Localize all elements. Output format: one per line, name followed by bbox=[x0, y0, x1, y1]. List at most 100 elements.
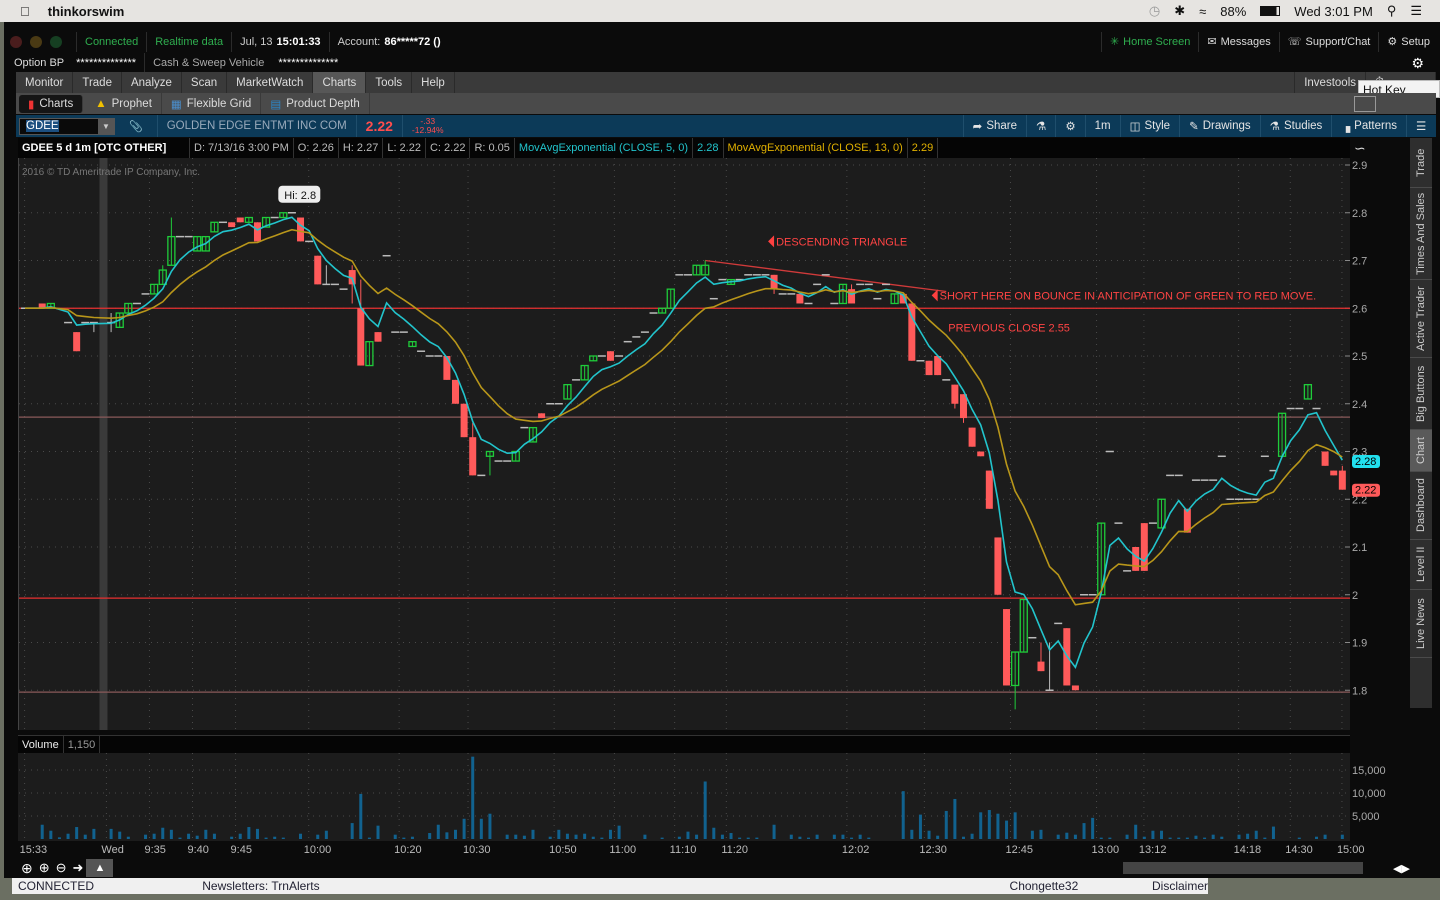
time-tick-label: 14:18 bbox=[1234, 844, 1262, 856]
session-break-band bbox=[99, 158, 108, 730]
volume-bar bbox=[918, 814, 922, 839]
volume-bar bbox=[316, 834, 320, 839]
volume-bar bbox=[548, 836, 552, 839]
volume-bar bbox=[238, 833, 242, 839]
volume-tick-label: 10,000 bbox=[1352, 788, 1386, 800]
volume-bar bbox=[462, 818, 466, 839]
candle-down bbox=[796, 293, 804, 304]
volume-bar bbox=[1142, 836, 1146, 839]
volume-bar bbox=[454, 829, 457, 839]
volume-bar bbox=[1185, 837, 1189, 839]
volume-bar bbox=[1220, 836, 1224, 839]
time-tick-label: 12:02 bbox=[842, 844, 870, 856]
candle-down bbox=[443, 356, 451, 380]
volume-bar bbox=[169, 829, 173, 839]
volume-bar bbox=[126, 836, 130, 839]
candle-down bbox=[951, 384, 959, 404]
time-tick-label: 9:45 bbox=[231, 844, 252, 856]
volume-bar bbox=[410, 836, 414, 839]
volume-bar bbox=[583, 833, 587, 839]
volume-bar bbox=[746, 837, 750, 839]
volume-bar bbox=[187, 833, 191, 839]
candle-down bbox=[606, 351, 614, 361]
candle-down bbox=[253, 222, 261, 242]
candle-down bbox=[1330, 470, 1338, 476]
time-tick-label: 11:10 bbox=[670, 844, 697, 856]
volume-bar bbox=[514, 834, 518, 839]
price-tick-label: 2 bbox=[1352, 590, 1358, 602]
time-tick-label: 12:30 bbox=[919, 844, 947, 856]
volume-bar bbox=[92, 828, 96, 839]
chart-svg: 2.92.82.72.62.52.42.32.22.121.91.815:33 W… bbox=[19, 158, 1386, 856]
volume-bar bbox=[686, 831, 690, 839]
volume-bar bbox=[815, 834, 819, 839]
candle-down bbox=[73, 332, 81, 352]
volume-bar bbox=[1160, 830, 1164, 839]
candle-down bbox=[452, 379, 459, 404]
volume-bar bbox=[867, 837, 871, 839]
volume-bar bbox=[1246, 833, 1250, 839]
volume-bar bbox=[1194, 835, 1198, 839]
chart-annotation: DESCENDING TRIANGLE bbox=[776, 236, 907, 248]
volume-bar bbox=[230, 836, 234, 839]
volume-bar bbox=[677, 836, 681, 839]
time-tick-label: 10:20 bbox=[394, 844, 422, 856]
candle-down bbox=[1071, 685, 1079, 691]
volume-bar bbox=[1134, 824, 1138, 839]
volume-bar bbox=[565, 833, 569, 839]
price-tick-label: 2.1 bbox=[1352, 542, 1367, 554]
volume-bar bbox=[695, 834, 699, 839]
candle-down bbox=[1132, 547, 1140, 571]
volume-bar bbox=[436, 824, 440, 839]
volume-bar bbox=[195, 835, 199, 839]
volume-bar bbox=[858, 834, 862, 839]
volume-bar bbox=[617, 825, 621, 839]
volume-bar bbox=[910, 829, 914, 839]
volume-bar bbox=[1013, 812, 1017, 839]
volume-bar bbox=[970, 833, 974, 839]
volume-bar bbox=[83, 834, 87, 839]
volume-bar bbox=[350, 823, 354, 839]
time-tick-label: 9:40 bbox=[188, 844, 209, 856]
close-last-label: 2.22 bbox=[1355, 485, 1376, 497]
volume-bar bbox=[1151, 830, 1155, 839]
candle-down bbox=[314, 255, 322, 285]
volume-bar bbox=[144, 834, 148, 839]
time-tick-label: 13:00 bbox=[1092, 844, 1120, 856]
candle-down bbox=[460, 403, 468, 438]
volume-bar bbox=[953, 798, 957, 839]
volume-bar bbox=[324, 830, 328, 839]
volume-bar bbox=[212, 833, 216, 839]
volume-bar bbox=[807, 837, 811, 839]
volume-bar bbox=[281, 837, 285, 839]
chart-annotation: SHORT HERE ON BOUNCE IN ANTICIPATION OF … bbox=[940, 290, 1316, 302]
annotation-arrow-icon bbox=[931, 289, 938, 302]
volume-bar bbox=[359, 793, 363, 839]
volume-bar bbox=[608, 829, 612, 839]
ema5-line bbox=[25, 216, 1343, 669]
volume-bar bbox=[1082, 823, 1086, 839]
volume-bar bbox=[1005, 820, 1009, 839]
price-tick-label: 2.8 bbox=[1352, 208, 1367, 220]
volume-bar bbox=[979, 812, 983, 839]
volume-bar bbox=[772, 824, 776, 839]
price-tick-label: 2.5 bbox=[1352, 351, 1367, 363]
candle-down bbox=[1003, 609, 1011, 686]
volume-bar bbox=[1168, 837, 1172, 839]
volume-bar bbox=[600, 837, 604, 839]
volume-bar bbox=[1203, 837, 1207, 839]
volume-bar bbox=[1039, 829, 1043, 839]
candle-down bbox=[297, 217, 305, 242]
candle-down bbox=[236, 217, 244, 223]
volume-bar bbox=[712, 827, 716, 839]
volume-bar bbox=[798, 836, 802, 839]
volume-bar bbox=[109, 828, 113, 839]
volume-bar bbox=[393, 834, 397, 839]
volume-bar bbox=[161, 827, 165, 839]
candle-down bbox=[357, 308, 365, 366]
candle-down bbox=[1037, 661, 1045, 672]
time-tick-label: 12:45 bbox=[1005, 844, 1033, 856]
volume-bar bbox=[1211, 834, 1215, 839]
price-tick-label: 2.4 bbox=[1352, 399, 1367, 411]
volume-bar bbox=[1297, 837, 1301, 839]
